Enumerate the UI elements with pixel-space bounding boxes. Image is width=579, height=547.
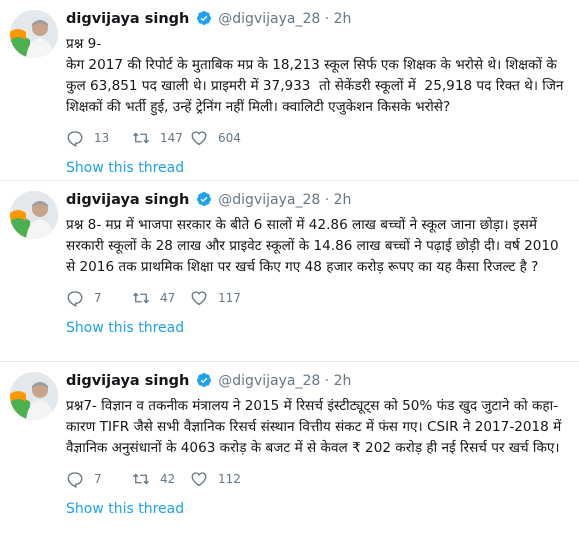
heart-icon — [191, 131, 207, 146]
author-handle[interactable]: @digvijaya_28 — [218, 11, 320, 27]
like-count: 112 — [218, 472, 241, 486]
verified-badge-icon — [196, 10, 212, 32]
reply-count: 13 — [94, 131, 110, 145]
verified-badge-icon — [196, 372, 212, 394]
timestamp[interactable]: 2h — [334, 373, 352, 389]
tweet-text: प्रश्न 9- केग 2017 की रिपोर्ट के मुताबिक… — [66, 36, 564, 115]
reply-button[interactable]: 7 — [66, 289, 130, 307]
retweet-count: 147 — [160, 131, 183, 145]
reply-icon — [67, 472, 83, 488]
author-name[interactable]: digvijaya singh — [66, 11, 189, 27]
separator-dot: · — [324, 373, 330, 389]
timestamp[interactable]: 2h — [334, 192, 352, 208]
tweet-text: प्रश्न7- विज्ञान व तकनीक मंत्रालय ने 201… — [66, 398, 566, 456]
avatar[interactable] — [10, 191, 58, 239]
reply-icon — [67, 131, 83, 147]
retweet-count: 47 — [160, 291, 176, 305]
show-thread-link[interactable]: Show this thread — [0, 320, 569, 336]
tweet-text: प्रश्न 8- मप्र में भाजपा सरकार के बीते 6… — [66, 217, 564, 275]
show-thread-link[interactable]: Show this thread — [0, 501, 569, 517]
tweet-header: digvijaya singh @digvijaya_28 · 2h — [66, 191, 569, 213]
like-button[interactable]: 117 — [190, 289, 254, 307]
tweet[interactable]: digvijaya singh @digvijaya_28 · 2h प्रश्… — [0, 0, 579, 181]
show-thread-link[interactable]: Show this thread — [0, 160, 569, 176]
profile-photo-icon — [10, 191, 58, 239]
reply-count: 7 — [94, 291, 102, 305]
separator-dot: · — [324, 192, 330, 208]
like-count: 604 — [218, 131, 241, 145]
profile-photo-icon — [10, 10, 58, 58]
like-count: 117 — [218, 291, 241, 305]
tweet-actions: 7 47 117 — [66, 288, 569, 308]
author-name[interactable]: digvijaya singh — [66, 373, 189, 389]
retweet-icon — [133, 132, 149, 144]
timestamp[interactable]: 2h — [334, 11, 352, 27]
reply-button[interactable]: 7 — [66, 470, 130, 488]
avatar[interactable] — [10, 372, 58, 420]
author-handle[interactable]: @digvijaya_28 — [218, 192, 320, 208]
reply-button[interactable]: 13 — [66, 129, 130, 147]
heart-icon — [191, 291, 207, 306]
profile-photo-icon — [10, 372, 58, 420]
tweet-actions: 13 147 604 — [66, 128, 569, 148]
author-name[interactable]: digvijaya singh — [66, 192, 189, 208]
retweet-icon — [133, 473, 149, 485]
avatar[interactable] — [10, 10, 58, 58]
heart-icon — [191, 472, 207, 487]
retweet-button[interactable]: 147 — [132, 129, 190, 147]
tweet-actions: 7 42 112 — [66, 469, 569, 489]
separator-dot: · — [324, 11, 330, 27]
tweet-header: digvijaya singh @digvijaya_28 · 2h — [66, 372, 569, 394]
retweet-button[interactable]: 42 — [132, 470, 190, 488]
reply-count: 7 — [94, 472, 102, 486]
retweet-icon — [133, 292, 149, 304]
like-button[interactable]: 604 — [190, 129, 254, 147]
retweet-button[interactable]: 47 — [132, 289, 190, 307]
timeline: digvijaya singh @digvijaya_28 · 2h प्रश्… — [0, 0, 579, 547]
verified-badge-icon — [196, 191, 212, 213]
retweet-count: 42 — [160, 472, 176, 486]
like-button[interactable]: 112 — [190, 470, 254, 488]
reply-icon — [67, 291, 83, 307]
author-handle[interactable]: @digvijaya_28 — [218, 373, 320, 389]
tweet[interactable]: digvijaya singh @digvijaya_28 · 2h प्रश्… — [0, 181, 579, 362]
tweet-header: digvijaya singh @digvijaya_28 · 2h — [66, 10, 569, 32]
tweet[interactable]: digvijaya singh @digvijaya_28 · 2h प्रश्… — [0, 362, 579, 547]
